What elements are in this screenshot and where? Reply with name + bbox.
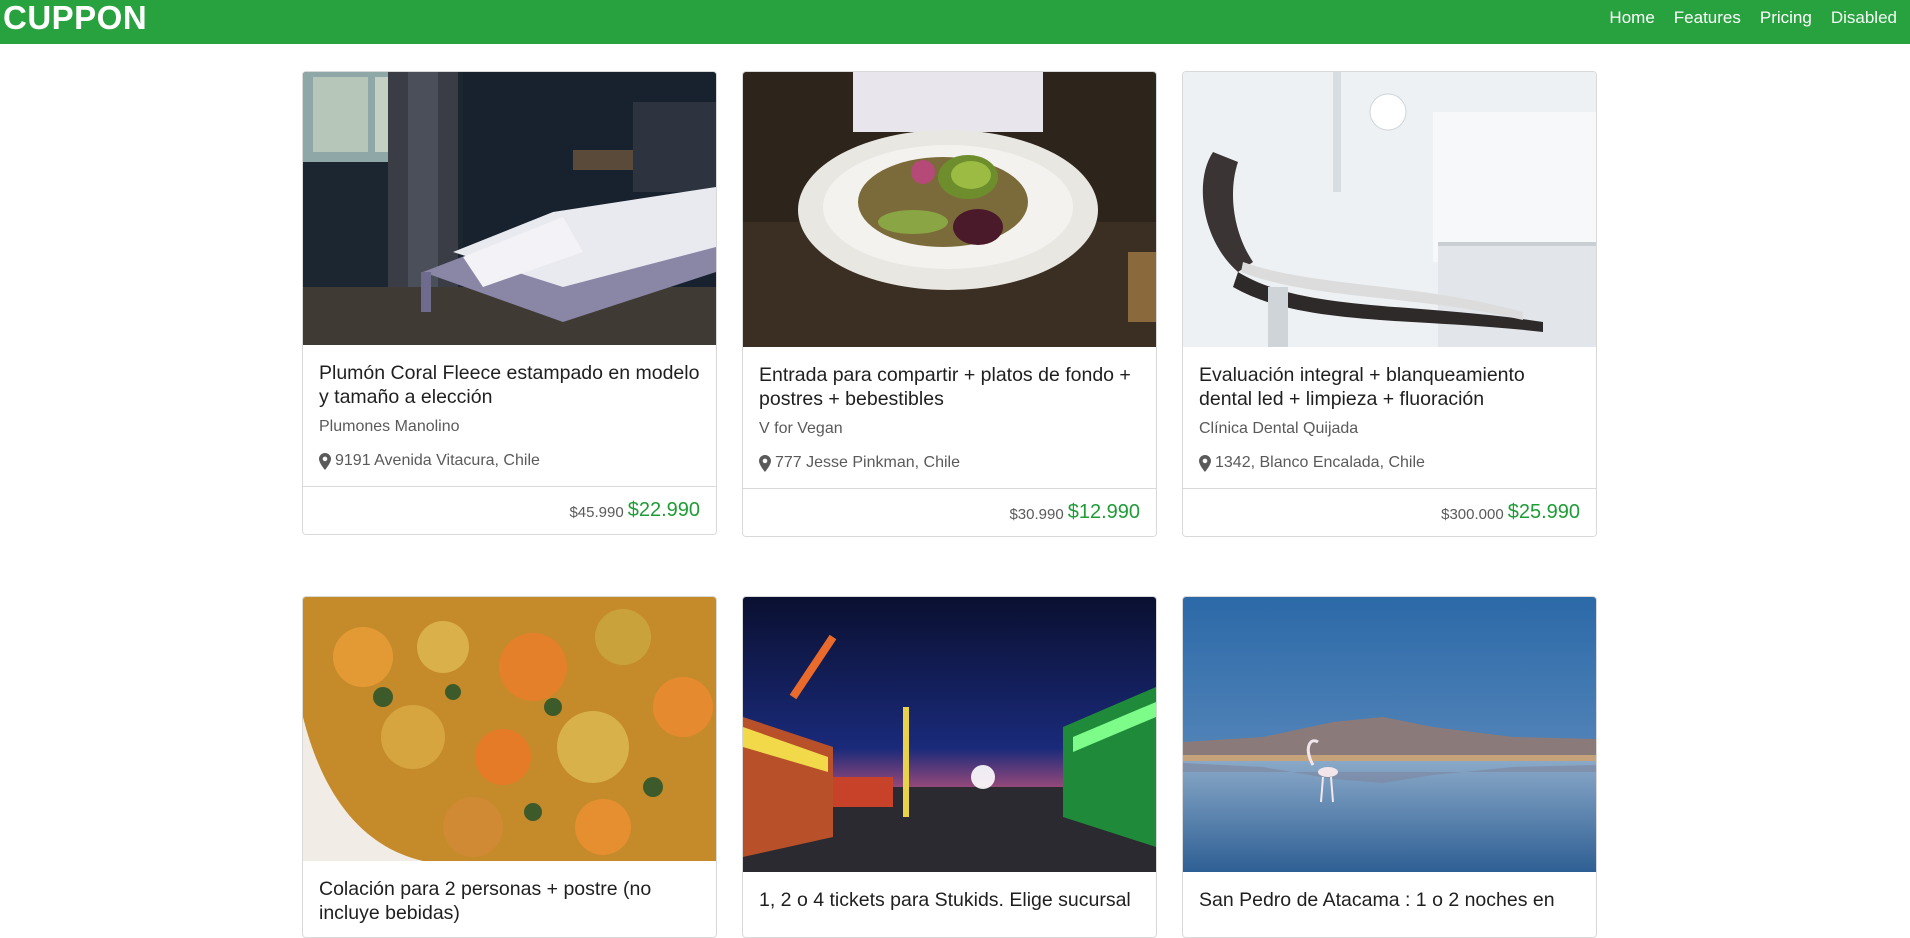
deal-title[interactable]: Colación para 2 personas + postre (no in…	[319, 877, 700, 925]
deal-image[interactable]	[743, 597, 1156, 872]
deal-location-text: 9191 Avenida Vitacura, Chile	[335, 452, 540, 469]
deal-title[interactable]: 1, 2 o 4 tickets para Stukids. Elige suc…	[759, 888, 1140, 912]
deal-location: 777 Jesse Pinkman, Chile	[759, 454, 1140, 472]
deal-footer: $45.990 $22.990	[303, 486, 716, 534]
old-price: $300.000	[1441, 506, 1504, 523]
new-price: $12.990	[1067, 501, 1140, 523]
deal-location-text: 777 Jesse Pinkman, Chile	[775, 454, 960, 471]
old-price: $30.990	[1009, 506, 1064, 523]
brand-logo[interactable]: CUPPON	[3, 0, 147, 36]
deal-image[interactable]	[743, 72, 1156, 347]
map-pin-icon	[319, 452, 331, 470]
deal-image[interactable]	[303, 597, 716, 861]
deal-merchant: Plumones Manolino	[319, 418, 460, 435]
deal-card[interactable]: Colación para 2 personas + postre (no in…	[302, 596, 717, 938]
deal-card[interactable]: Entrada para compartir + platos de fondo…	[742, 71, 1157, 537]
deal-card[interactable]: San Pedro de Atacama : 1 o 2 noches en	[1182, 596, 1597, 938]
deal-merchant: Clínica Dental Quijada	[1199, 420, 1359, 437]
deal-location: 9191 Avenida Vitacura, Chile	[319, 452, 700, 470]
navbar: CUPPON Home Features Pricing Disabled	[0, 0, 1910, 44]
deal-image[interactable]	[303, 72, 716, 345]
deal-image[interactable]	[1183, 597, 1596, 872]
new-price: $22.990	[627, 499, 700, 521]
deal-footer: $300.000 $25.990	[1183, 488, 1596, 536]
deal-footer: $30.990 $12.990	[743, 488, 1156, 536]
new-price: $25.990	[1507, 501, 1580, 523]
deal-card[interactable]: Evaluación integral + blanqueamiento den…	[1182, 71, 1597, 537]
nav-pricing[interactable]: Pricing	[1760, 8, 1812, 28]
nav-disabled[interactable]: Disabled	[1831, 8, 1897, 28]
deal-location-text: 1342, Blanco Encalada, Chile	[1215, 454, 1425, 471]
deal-location: 1342, Blanco Encalada, Chile	[1199, 454, 1580, 472]
deal-card[interactable]: Plumón Coral Fleece estampado en modelo …	[302, 71, 717, 535]
map-pin-icon	[1199, 454, 1211, 472]
deal-merchant: V for Vegan	[759, 420, 843, 437]
deal-card[interactable]: 1, 2 o 4 tickets para Stukids. Elige suc…	[742, 596, 1157, 938]
deal-image[interactable]	[1183, 72, 1596, 347]
deal-title[interactable]: Entrada para compartir + platos de fondo…	[759, 363, 1140, 411]
map-pin-icon	[759, 454, 771, 472]
deal-title[interactable]: San Pedro de Atacama : 1 o 2 noches en	[1199, 888, 1580, 912]
nav-links: Home Features Pricing Disabled	[1609, 0, 1897, 36]
old-price: $45.990	[569, 504, 624, 521]
deal-title[interactable]: Evaluación integral + blanqueamiento den…	[1199, 363, 1580, 411]
nav-features[interactable]: Features	[1674, 8, 1741, 28]
nav-home[interactable]: Home	[1609, 8, 1654, 28]
deal-title[interactable]: Plumón Coral Fleece estampado en modelo …	[319, 361, 700, 409]
